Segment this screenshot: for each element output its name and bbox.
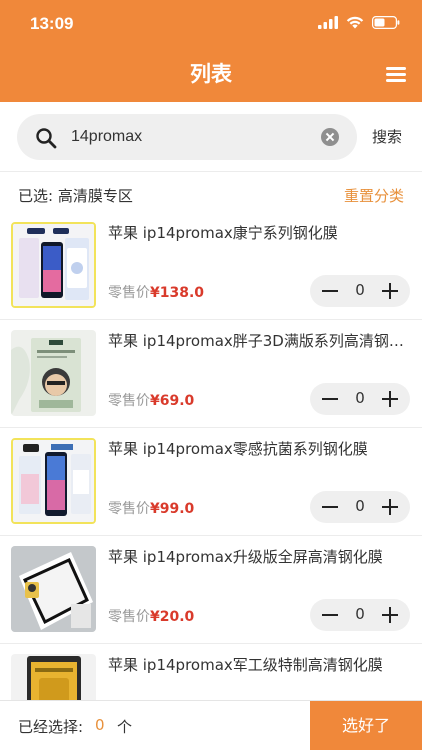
- product-thumbnail[interactable]: [11, 654, 96, 700]
- increase-button[interactable]: [374, 599, 406, 631]
- product-item[interactable]: 苹果 ip14promax军工级特制高清钢化膜: [0, 644, 422, 700]
- product-thumbnail[interactable]: [11, 222, 96, 308]
- product-name: 苹果 ip14promax康宁系列钢化膜: [108, 224, 338, 242]
- bottom-bar: 已经选择: 0 个 选好了: [0, 700, 422, 750]
- product-item[interactable]: 苹果 ip14promax升级版全屏高清钢化膜 零售价¥20.0 0: [0, 536, 422, 644]
- decrease-button[interactable]: [314, 599, 346, 631]
- product-thumbnail[interactable]: [11, 438, 96, 524]
- quantity-value: 0: [355, 281, 365, 299]
- menu-icon[interactable]: [386, 66, 406, 82]
- price-label: 零售价: [108, 609, 150, 625]
- selected-count-label: 已经选择:: [18, 718, 84, 736]
- product-price: 零售价¥138.0: [108, 282, 204, 302]
- price-label: 零售价: [108, 393, 150, 409]
- product-name: 苹果 ip14promax零感抗菌系列钢化膜: [108, 440, 368, 458]
- signal-icon: [318, 16, 338, 29]
- product-thumbnail[interactable]: [11, 546, 96, 632]
- product-name: 苹果 ip14promax升级版全屏高清钢化膜: [108, 548, 383, 566]
- selected-count-value: 0: [95, 716, 105, 734]
- price-value: ¥138.0: [150, 285, 205, 301]
- price-value: ¥99.0: [150, 501, 195, 517]
- search-row: 搜索: [0, 102, 422, 172]
- increase-button[interactable]: [374, 275, 406, 307]
- product-name: 苹果 ip14promax军工级特制高清钢化膜: [108, 656, 383, 674]
- increase-button[interactable]: [374, 491, 406, 523]
- app-header: 13:09 列表: [0, 0, 422, 102]
- product-thumbnail[interactable]: [11, 330, 96, 416]
- product-name: 苹果 ip14promax胖子3D满版系列高清钢化膜: [108, 332, 408, 350]
- search-input[interactable]: [71, 124, 311, 150]
- price-label: 零售价: [108, 501, 150, 517]
- price-label: 零售价: [108, 285, 150, 301]
- quantity-stepper: 0: [310, 599, 410, 631]
- price-value: ¥20.0: [150, 609, 195, 625]
- decrease-button[interactable]: [314, 491, 346, 523]
- battery-icon: [372, 16, 400, 29]
- search-box: [17, 114, 357, 160]
- price-value: ¥69.0: [150, 393, 195, 409]
- product-list[interactable]: 苹果 ip14promax康宁系列钢化膜 零售价¥138.0 0 苹果 ip14…: [0, 212, 422, 700]
- selected-count-unit: 个: [117, 718, 133, 736]
- status-bar: 13:09: [0, 0, 422, 48]
- status-icons: [318, 16, 400, 29]
- filter-row: 已选: 高清膜专区 重置分类: [0, 172, 422, 212]
- clear-icon[interactable]: [321, 128, 339, 146]
- quantity-value: 0: [355, 497, 365, 515]
- quantity-stepper: 0: [310, 275, 410, 307]
- quantity-stepper: 0: [310, 383, 410, 415]
- reset-category-button[interactable]: 重置分类: [344, 185, 404, 206]
- confirm-button[interactable]: 选好了: [310, 701, 422, 750]
- product-item[interactable]: 苹果 ip14promax胖子3D满版系列高清钢化膜 零售价¥69.0 0: [0, 320, 422, 428]
- selected-category-label: 已选: 高清膜专区: [18, 187, 133, 205]
- status-time: 13:09: [30, 14, 74, 33]
- product-item[interactable]: 苹果 ip14promax零感抗菌系列钢化膜 零售价¥99.0 0: [0, 428, 422, 536]
- product-price: 零售价¥99.0: [108, 498, 194, 518]
- quantity-stepper: 0: [310, 491, 410, 523]
- page-title: 列表: [190, 62, 232, 86]
- product-item[interactable]: 苹果 ip14promax康宁系列钢化膜 零售价¥138.0 0: [0, 212, 422, 320]
- search-icon: [36, 128, 57, 149]
- quantity-value: 0: [355, 605, 365, 623]
- wifi-icon: [346, 16, 364, 29]
- quantity-value: 0: [355, 389, 365, 407]
- search-button[interactable]: 搜索: [372, 126, 402, 147]
- product-price: 零售价¥20.0: [108, 606, 194, 626]
- product-price: 零售价¥69.0: [108, 390, 194, 410]
- increase-button[interactable]: [374, 383, 406, 415]
- decrease-button[interactable]: [314, 275, 346, 307]
- decrease-button[interactable]: [314, 383, 346, 415]
